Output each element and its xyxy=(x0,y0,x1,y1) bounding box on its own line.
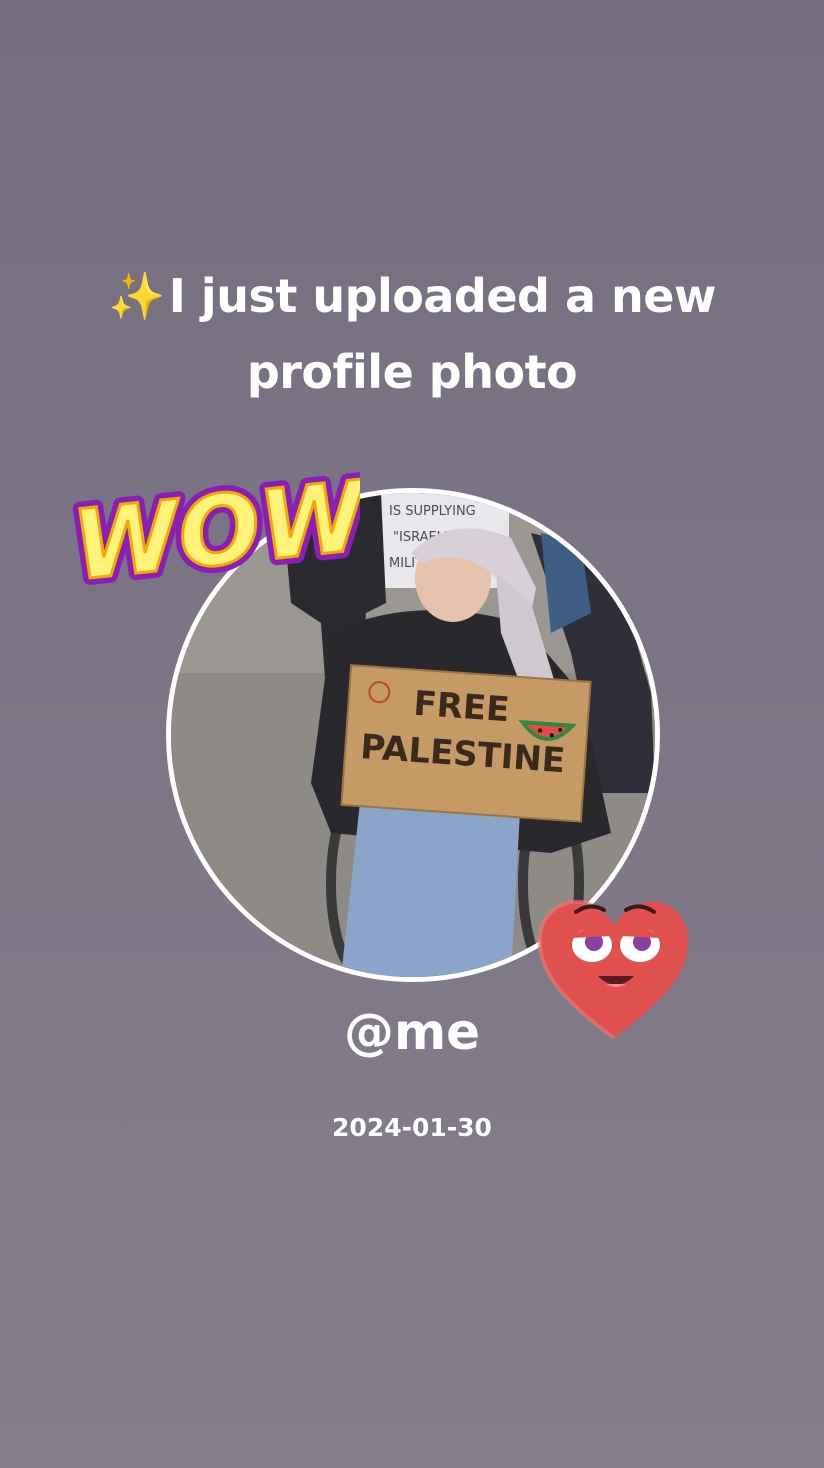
user-handle: @me xyxy=(343,1003,480,1061)
background-sign-line-1: IS SUPPLYING xyxy=(389,504,476,519)
headline: ✨I just uploaded a new profile photo xyxy=(60,258,764,410)
wow-sticker-text: WOW! xyxy=(68,455,360,600)
upload-date: 2024-01-30 xyxy=(332,1113,492,1142)
sparkles-icon: ✨ xyxy=(108,269,165,323)
wow-sticker: WOW! WOW! xyxy=(61,448,360,600)
headline-line-1: I just uploaded a new xyxy=(168,269,717,323)
sign-text-line-1: FREE xyxy=(412,684,510,731)
headline-line-2: profile photo xyxy=(246,345,578,399)
